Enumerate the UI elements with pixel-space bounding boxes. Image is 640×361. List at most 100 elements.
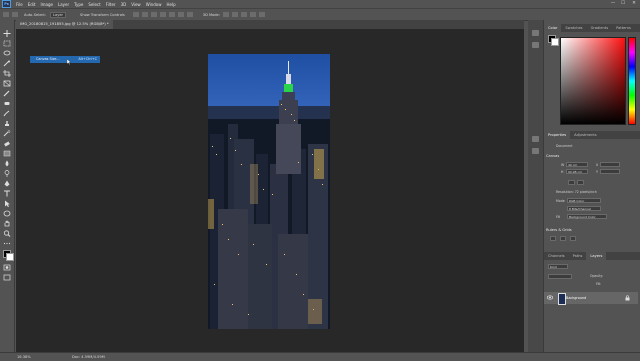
blur-tool-icon[interactable] <box>3 160 11 167</box>
layer-lock-icon[interactable] <box>625 295 630 301</box>
tab-adjustments[interactable]: Adjustments <box>570 131 601 139</box>
align-right-icon[interactable] <box>150 12 157 17</box>
menu-select[interactable]: Select <box>88 2 100 7</box>
pen-tool-icon[interactable] <box>3 180 11 187</box>
menu-view[interactable]: View <box>131 2 141 7</box>
eraser-tool-icon[interactable] <box>3 140 11 147</box>
quick-select-tool-icon[interactable] <box>3 60 11 67</box>
quick-mask-icon[interactable] <box>3 264 11 271</box>
tab-color[interactable]: Color <box>544 24 562 32</box>
city-night-photo[interactable] <box>208 54 330 329</box>
align-middle-icon[interactable] <box>168 12 175 17</box>
bit-depth-dropdown[interactable]: 8 Bits/Channel <box>567 206 601 211</box>
type-tool-icon[interactable] <box>3 190 11 197</box>
move-tool-icon[interactable] <box>12 12 18 17</box>
y-field[interactable] <box>600 169 620 174</box>
tab-swatches[interactable]: Swatches <box>561 24 586 32</box>
orientation-landscape-icon[interactable] <box>577 180 584 185</box>
color-panel-tabs: Color Swatches Gradients Patterns <box>544 24 640 32</box>
hand-tool-icon[interactable] <box>3 220 11 227</box>
height-field[interactable]: 90.98 cm <box>566 169 588 174</box>
maximize-button[interactable]: ☐ <box>618 0 628 8</box>
mouse-cursor-icon <box>67 59 72 65</box>
more-tools-icon[interactable] <box>3 240 11 247</box>
screen-mode-icon[interactable] <box>3 274 11 281</box>
layer-name[interactable]: Background <box>566 292 586 304</box>
color-field[interactable] <box>560 37 626 125</box>
eyedropper-tool-icon[interactable] <box>3 90 11 97</box>
gradient-tool-icon[interactable] <box>3 150 11 157</box>
guides-icon[interactable] <box>570 236 576 241</box>
menu-type[interactable]: Type <box>74 2 83 7</box>
frame-tool-icon[interactable] <box>3 80 11 87</box>
history-brush-tool-icon[interactable] <box>3 130 11 137</box>
shape-tool-icon[interactable] <box>3 210 11 217</box>
tab-layers[interactable]: Layers <box>586 252 607 260</box>
healing-brush-tool-icon[interactable] <box>3 100 11 107</box>
home-icon[interactable] <box>3 12 9 17</box>
grid-icon[interactable] <box>560 236 566 241</box>
canvas-size-shortcut: Alt+Ctrl+C <box>78 57 97 61</box>
canvas-size-menu-item[interactable]: Canvas Size... Alt+Ctrl+C <box>30 56 100 63</box>
paragraph-panel-icon[interactable] <box>532 148 539 154</box>
hue-slider[interactable] <box>628 37 636 125</box>
align-center-icon[interactable] <box>141 12 148 17</box>
menu-layer[interactable]: Layer <box>58 2 69 7</box>
align-bottom-icon[interactable] <box>177 12 184 17</box>
menu-window[interactable]: Window <box>146 2 162 7</box>
3d-drag-icon[interactable] <box>240 12 247 17</box>
menu-filter[interactable]: Filter <box>106 2 116 7</box>
fill-dropdown[interactable]: Background Color <box>567 214 607 219</box>
zoom-tool-icon[interactable] <box>3 230 11 237</box>
menu-image[interactable]: Image <box>40 2 53 7</box>
photoshop-app-icon[interactable]: Ps <box>2 0 11 8</box>
3d-roll-icon[interactable] <box>231 12 238 17</box>
marquee-tool-icon[interactable] <box>3 40 11 47</box>
kind-filter-dropdown[interactable]: Kind <box>548 264 568 269</box>
auto-select-target-dropdown[interactable]: Layer <box>50 11 67 18</box>
auto-select-checkbox-label[interactable]: Auto-Select: <box>24 13 46 17</box>
x-field[interactable] <box>600 162 620 167</box>
character-panel-icon[interactable] <box>532 136 539 142</box>
3d-rotate-icon[interactable] <box>222 12 229 17</box>
minimize-button[interactable]: — <box>608 0 618 8</box>
3d-scale-icon[interactable] <box>258 12 265 17</box>
more-options-icon[interactable] <box>186 12 193 17</box>
close-button[interactable]: ✕ <box>629 0 639 8</box>
show-transform-controls-checkbox[interactable]: Show Transform Controls <box>80 13 125 17</box>
brush-tool-icon[interactable] <box>3 110 11 117</box>
orientation-portrait-icon[interactable] <box>568 180 575 185</box>
menu-help[interactable]: Help <box>166 2 175 7</box>
tab-properties[interactable]: Properties <box>544 131 571 139</box>
rulers-grids-section-header[interactable]: Rulers & Grids <box>546 228 572 232</box>
canvas-section-header[interactable]: Canvas <box>546 154 559 158</box>
crop-tool-icon[interactable] <box>3 70 11 77</box>
document-tab[interactable]: IMG_20180815_191855.jpg @ 12.5% (RGB/8*)… <box>16 20 113 29</box>
panel-icon-strip <box>528 20 544 352</box>
background-color-swatch[interactable] <box>6 253 14 261</box>
menu-file[interactable]: File <box>16 2 23 7</box>
3d-slide-icon[interactable] <box>249 12 256 17</box>
dodge-tool-icon[interactable] <box>3 170 11 177</box>
align-left-icon[interactable] <box>132 12 139 17</box>
align-top-icon[interactable] <box>159 12 166 17</box>
ruler-icon[interactable] <box>550 236 556 241</box>
layer-visibility-eye-icon[interactable] <box>547 295 553 300</box>
blend-mode-dropdown[interactable] <box>548 274 572 279</box>
tab-channels[interactable]: Channels <box>544 252 569 260</box>
menu-3d[interactable]: 3D <box>121 2 127 7</box>
mode-dropdown[interactable]: RGB Color <box>567 198 601 203</box>
libraries-panel-icon[interactable] <box>532 42 539 48</box>
history-panel-icon[interactable] <box>532 30 539 36</box>
path-selection-tool-icon[interactable] <box>3 200 11 207</box>
clone-stamp-tool-icon[interactable] <box>3 120 11 127</box>
move-tool-icon[interactable] <box>3 30 11 37</box>
panel-background-swatch[interactable] <box>551 38 559 46</box>
width-field[interactable]: 40 cm <box>566 162 588 167</box>
tab-patterns[interactable]: Patterns <box>612 24 635 32</box>
lasso-tool-icon[interactable] <box>3 50 11 57</box>
tab-gradients[interactable]: Gradients <box>587 24 613 32</box>
properties-panel-tabs: Properties Adjustments <box>544 131 640 139</box>
menu-edit[interactable]: Edit <box>28 2 36 7</box>
tab-paths[interactable]: Paths <box>569 252 587 260</box>
